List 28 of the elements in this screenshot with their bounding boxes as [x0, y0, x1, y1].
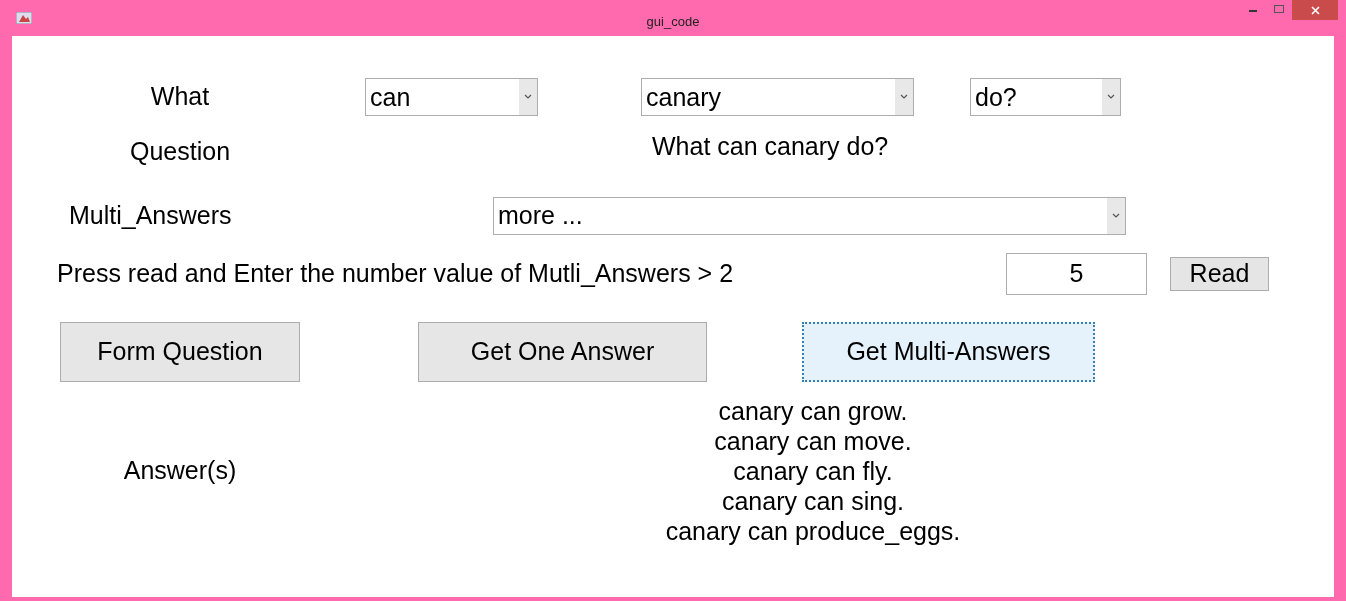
read-button[interactable]: Read: [1170, 256, 1269, 291]
answer-text: canary can sing.: [721, 485, 904, 516]
action-button[interactable]: Form Question: [60, 321, 300, 382]
question-label: Question: [128, 136, 232, 167]
multi-answers-label: Multi_Answers: [69, 199, 233, 231]
action-button[interactable]: Get Multi-Answers: [802, 321, 1095, 382]
answers-label: Answer(s): [122, 454, 238, 486]
chevron-down-icon: [1107, 94, 1115, 100]
dropdown[interactable]: do?: [970, 78, 1121, 116]
answer-text: canary can move.: [714, 425, 912, 456]
answer-text: canary can produce_eggs.: [665, 515, 961, 546]
number-field[interactable]: 5: [1006, 252, 1147, 295]
chevron-down-icon: [1112, 212, 1120, 219]
close-button[interactable]: [1292, 0, 1338, 20]
instruction-text: Press read and Enter the number value of Mutli_Answers > 2: [57, 257, 735, 289]
dropdown[interactable]: more ...: [493, 196, 1126, 235]
dropdown[interactable]: canary: [641, 78, 914, 116]
window-title: gui_code: [646, 13, 700, 31]
dropdown[interactable]: can: [365, 78, 538, 116]
app-icon: [16, 12, 32, 24]
question-text: What can canary do?: [652, 131, 889, 162]
close-icon: [1310, 5, 1320, 15]
answer-text: canary can grow.: [718, 395, 908, 426]
chevron-down-icon: [524, 94, 532, 100]
action-button[interactable]: Get One Answer: [418, 321, 707, 382]
answer-text: canary can fly.: [733, 455, 893, 486]
what-label: What: [149, 81, 211, 113]
chevron-down-icon: [900, 94, 908, 100]
